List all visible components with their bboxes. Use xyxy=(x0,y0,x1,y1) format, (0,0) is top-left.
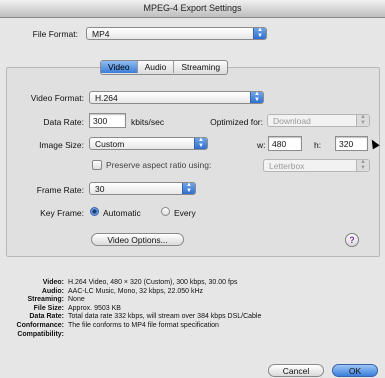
video-format-popup[interactable]: H.264 ▲ ▼ xyxy=(89,91,264,104)
key-frame-every-label: Every xyxy=(174,208,196,218)
summary-key: Data Rate: xyxy=(29,313,64,321)
summary-value: Approx. 9503 KB xyxy=(68,304,121,312)
video-format-label: Video Format: xyxy=(30,93,84,103)
video-format-value: H.264 xyxy=(95,93,118,103)
preserve-aspect-label: Preserve aspect ratio using: xyxy=(106,160,212,170)
popup-arrows-icon: ▲ ▼ xyxy=(182,182,195,194)
image-size-label: Image Size: xyxy=(39,140,84,150)
summary-key: Audio: xyxy=(41,287,64,295)
export-settings-window: MPEG-4 Export Settings File Format: MP4 … xyxy=(0,0,385,378)
ok-button[interactable]: OK xyxy=(332,364,378,377)
tab-audio[interactable]: Audio xyxy=(138,61,175,73)
data-rate-label: Data Rate: xyxy=(43,117,84,127)
summary-value: None xyxy=(68,296,85,304)
summary-row: Streaming: None xyxy=(6,296,261,305)
width-field[interactable]: 480 xyxy=(268,136,302,151)
key-frame-every-radio[interactable] xyxy=(161,207,170,216)
data-rate-unit: kbits/sec xyxy=(131,117,165,127)
summary-row: Compatibility: xyxy=(6,331,261,340)
height-field[interactable]: 320 xyxy=(335,136,368,151)
tab-streaming[interactable]: Streaming xyxy=(174,61,227,73)
optimized-for-label: Optimized for: xyxy=(210,117,263,127)
summary-row: Audio: AAC-LC Music, Mono, 32 kbps, 22.05… xyxy=(6,288,261,297)
tab-video[interactable]: Video xyxy=(101,61,138,73)
height-label: h: xyxy=(314,140,322,150)
optimized-for-value: Download xyxy=(273,116,311,126)
summary-row: Data Rate: Total data rate 332 kbps, will… xyxy=(6,313,261,322)
summary-key: File Size: xyxy=(33,304,64,312)
summary-key: Conformance: xyxy=(16,321,64,329)
summary-value: The file conforms to MP4 file format spe… xyxy=(68,321,219,329)
video-options-button[interactable]: Video Options... xyxy=(91,233,184,246)
popup-arrows-icon: ▲ ▼ xyxy=(253,27,266,39)
summary-value: AAC-LC Music, Mono, 32 kbps, 22.050 kHz xyxy=(68,287,204,295)
summary-row: File Size: Approx. 9503 KB xyxy=(6,305,261,314)
settings-tabs: Video Audio Streaming xyxy=(100,60,229,75)
summary-row: Video: H.264 Video, 480 × 320 (Custom), 3… xyxy=(6,279,261,288)
key-frame-automatic-radio[interactable] xyxy=(90,207,99,216)
image-size-popup[interactable]: Custom ▲ ▼ xyxy=(89,137,208,150)
file-format-popup[interactable]: MP4 ▲ ▼ xyxy=(86,27,267,40)
width-label: w: xyxy=(257,140,266,150)
letterbox-popup[interactable]: Letterbox ▲ ▼ xyxy=(263,159,370,172)
popup-arrows-icon: ▲ ▼ xyxy=(356,159,369,171)
settings-summary: Video: H.264 Video, 480 × 320 (Custom), 3… xyxy=(6,279,262,340)
summary-value: Total data rate 332 kbps, will stream ov… xyxy=(68,313,262,321)
letterbox-value: Letterbox xyxy=(269,161,305,171)
optimized-for-popup[interactable]: Download ▲ ▼ xyxy=(267,114,370,127)
frame-rate-label: Frame Rate: xyxy=(36,185,84,195)
preserve-aspect-checkbox[interactable] xyxy=(92,160,102,170)
help-button[interactable]: ? xyxy=(345,233,359,247)
popup-arrows-icon: ▲ ▼ xyxy=(356,114,369,126)
key-frame-automatic-label: Automatic xyxy=(103,208,141,218)
title-bar[interactable]: MPEG-4 Export Settings xyxy=(0,0,385,18)
summary-row: Conformance: The file conforms to MP4 fil… xyxy=(6,322,261,331)
data-rate-field[interactable]: 300 xyxy=(89,113,126,128)
summary-key: Compatibility: xyxy=(17,330,64,338)
popup-arrows-icon: ▲ ▼ xyxy=(250,91,263,103)
popup-arrows-icon: ▲ ▼ xyxy=(194,137,207,149)
key-frame-label: Key Frame: xyxy=(40,208,84,218)
image-size-value: Custom xyxy=(95,139,125,149)
window-title: MPEG-4 Export Settings xyxy=(143,3,242,13)
frame-rate-value: 30 xyxy=(95,184,105,194)
file-format-label: File Format: xyxy=(32,29,78,39)
summary-value: H.264 Video, 480 × 320 (Custom), 300 kbp… xyxy=(68,279,238,286)
file-format-value: MP4 xyxy=(92,29,110,39)
cancel-button[interactable]: Cancel xyxy=(268,364,324,377)
frame-rate-popup[interactable]: 30 ▲ ▼ xyxy=(89,182,196,195)
summary-key: Streaming: xyxy=(27,296,64,304)
summary-key: Video: xyxy=(42,279,64,286)
